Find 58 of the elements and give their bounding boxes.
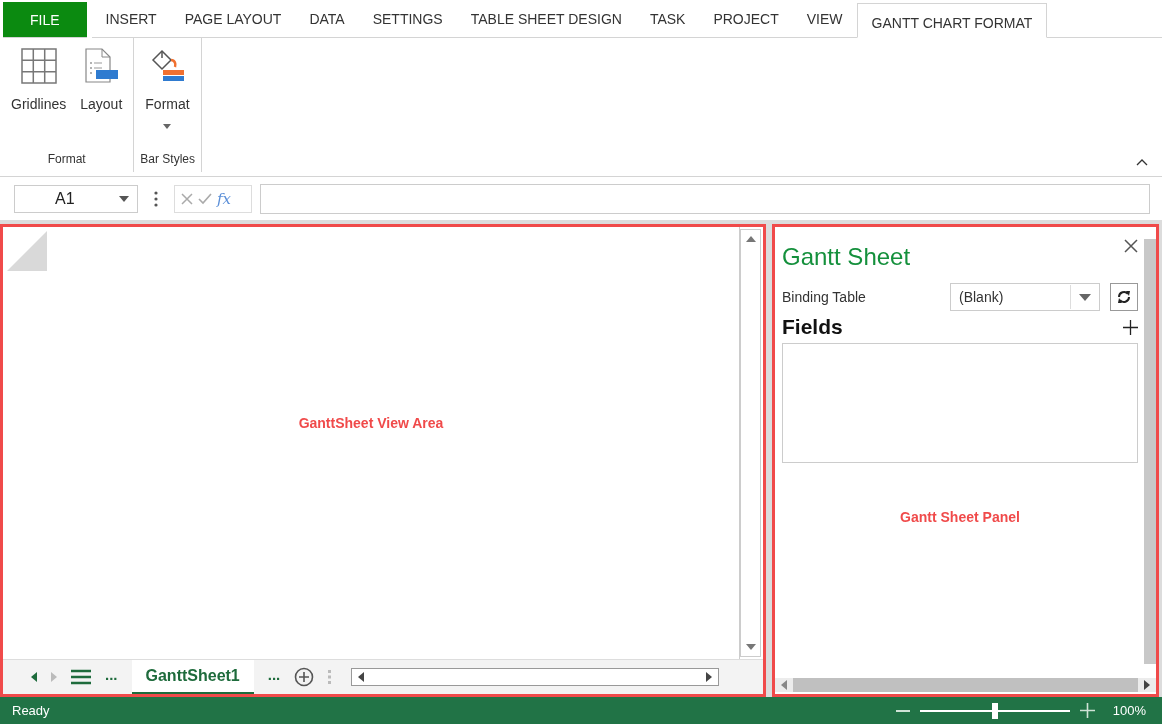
paint-bucket-icon xyxy=(149,48,186,84)
field-label: Binding Table xyxy=(782,289,867,305)
close-icon[interactable] xyxy=(1124,239,1138,253)
sheet-tab[interactable]: GanttSheet1 xyxy=(131,660,254,694)
zoom-in-icon[interactable] xyxy=(1079,703,1095,718)
formula-input[interactable] xyxy=(260,183,1150,214)
annotation-label: Gantt Sheet Panel xyxy=(899,509,1021,525)
fields-heading: Fields xyxy=(782,315,843,339)
ribbon-tab[interactable]: PAGE LAYOUT xyxy=(170,0,296,38)
dropdown-arrow-icon xyxy=(1079,293,1091,301)
more-icon[interactable] xyxy=(154,190,158,207)
scroll-left-icon[interactable] xyxy=(358,672,365,682)
zoom-out-icon[interactable] xyxy=(895,709,910,712)
group-label: Format xyxy=(46,152,87,166)
ribbon-tab[interactable]: GANTT CHART FORMAT xyxy=(856,3,1048,38)
refresh-button[interactable] xyxy=(1110,283,1138,311)
dropdown-arrow-icon xyxy=(119,195,129,202)
scroll-right-icon[interactable] xyxy=(1144,680,1150,690)
previous-sheet-icon[interactable] xyxy=(31,672,37,682)
ribbon-button[interactable]: Layout xyxy=(75,46,128,152)
splitter-handle-icon[interactable] xyxy=(328,670,332,684)
ribbon-tab[interactable]: TABLE SHEET DESIGN xyxy=(456,0,636,38)
add-icon[interactable] xyxy=(1123,319,1138,335)
add-sheet-icon[interactable] xyxy=(294,667,315,687)
scroll-right-icon[interactable] xyxy=(706,672,713,682)
annotation-label: GanttSheet View Area xyxy=(298,415,444,431)
ribbon-tab[interactable]: VIEW xyxy=(792,0,857,38)
vertical-scrollbar[interactable] xyxy=(740,229,761,657)
ribbon-tab[interactable]: SETTINGS xyxy=(358,0,457,38)
fields-list[interactable] xyxy=(782,343,1138,463)
vertical-scrollbar[interactable] xyxy=(1144,239,1156,664)
ribbon-tab[interactable]: PROJECT xyxy=(699,0,793,38)
ribbon-tab[interactable]: INSERT xyxy=(91,0,171,38)
ribbon-tab[interactable]: TASK xyxy=(635,0,700,38)
zoom-level: 100% xyxy=(1112,703,1146,718)
ribbon-tab[interactable]: FILE xyxy=(3,2,87,38)
slider-thumb[interactable] xyxy=(991,702,998,719)
binding-table-dropdown[interactable]: (Blank) xyxy=(950,283,1100,311)
status-text: Ready xyxy=(12,703,50,718)
collapse-icon[interactable] xyxy=(1136,159,1148,166)
refresh-icon xyxy=(1117,290,1131,304)
more-sheets-button[interactable]: ... xyxy=(105,665,118,683)
ribbon-tab[interactable]: DATA xyxy=(295,0,359,38)
scroll-up-icon[interactable] xyxy=(745,236,756,242)
name-box[interactable]: A1 xyxy=(14,184,138,213)
grid-icon xyxy=(20,48,57,84)
ribbon-button[interactable]: Gridlines xyxy=(6,46,72,152)
scroll-down-icon[interactable] xyxy=(745,644,756,650)
more-sheets-button[interactable]: ... xyxy=(267,665,281,683)
document-icon xyxy=(83,48,120,84)
horizontal-scrollbar[interactable] xyxy=(775,678,1156,692)
group-label: Bar Styles xyxy=(140,152,195,166)
panel-title: Gantt Sheet xyxy=(782,243,911,271)
menu-icon[interactable] xyxy=(71,669,91,685)
ribbon-button[interactable]: Format xyxy=(140,46,195,152)
horizontal-scrollbar[interactable] xyxy=(351,668,720,686)
check-icon[interactable] xyxy=(198,192,212,205)
caret-icon xyxy=(163,124,172,129)
